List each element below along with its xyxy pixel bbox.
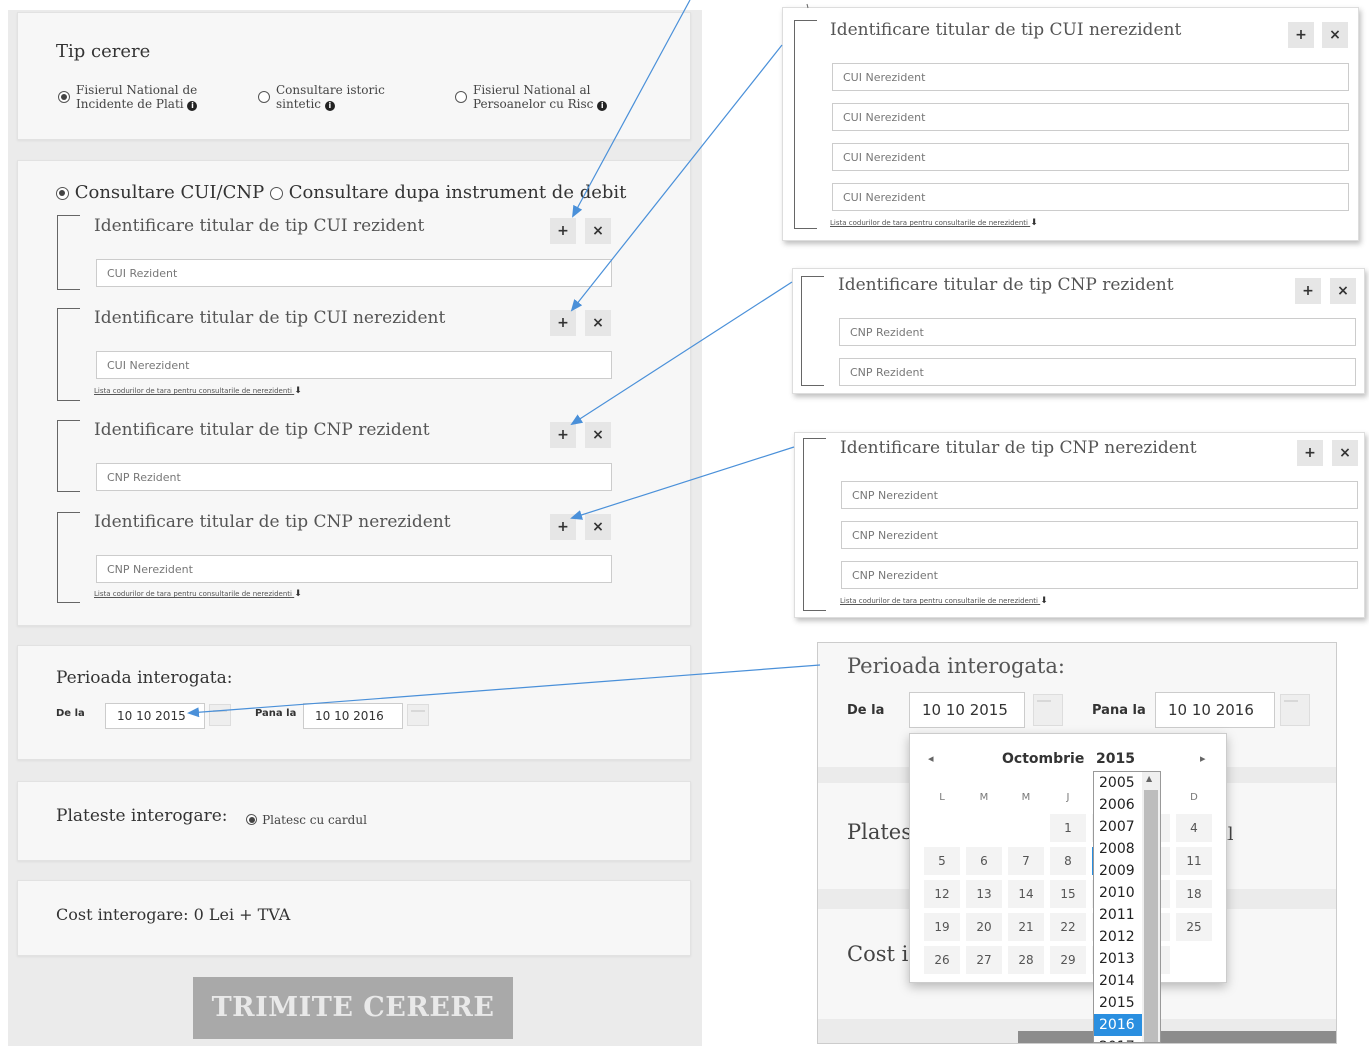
annotation-arrows <box>187 0 821 718</box>
arrow-to-date-from <box>187 664 821 718</box>
arrow-to-cnp-rezident-add <box>570 281 793 426</box>
arrow-to-cnp-nerezident-add <box>570 446 795 520</box>
zoom-marker-tick <box>806 3 809 9</box>
arrow-to-cui-nerezident-add <box>570 44 783 312</box>
